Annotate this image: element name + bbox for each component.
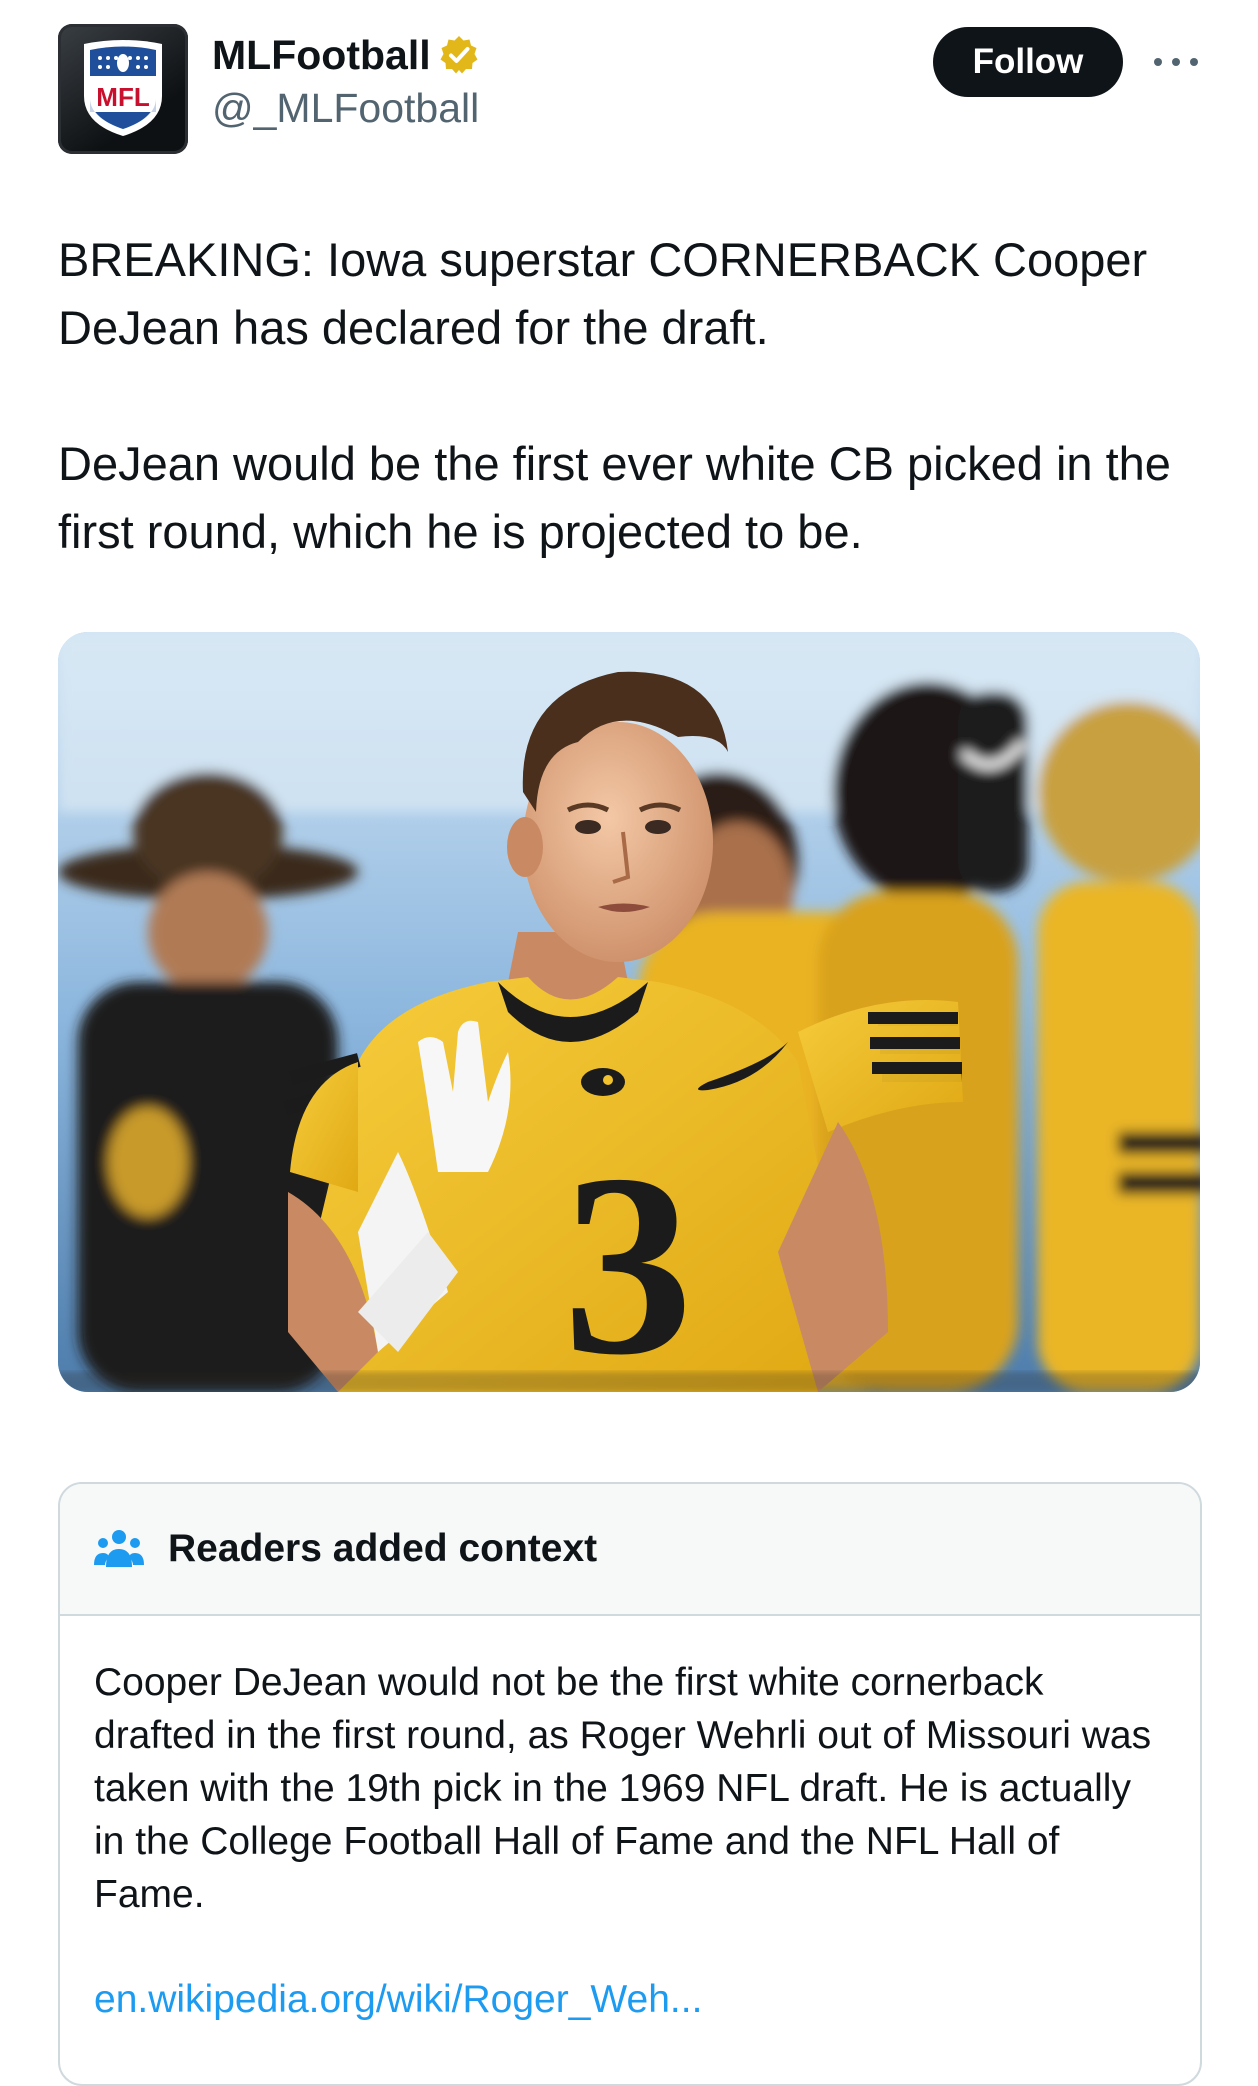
community-note: Readers added context Cooper DeJean woul… (58, 1482, 1202, 2086)
more-dots-icon[interactable] (1148, 42, 1204, 82)
tweet-paragraph: BREAKING: Iowa superstar CORNERBACK Coop… (58, 233, 1148, 354)
tweet-text: BREAKING: Iowa superstar CORNERBACK Coop… (58, 226, 1198, 566)
community-note-text: Cooper DeJean would not be the first whi… (94, 1661, 1152, 1916)
community-note-title: Readers added context (168, 1527, 598, 1570)
people-icon (94, 1530, 144, 1567)
author-block: MLFootball @_MLFootball (212, 30, 479, 136)
follow-button[interactable]: Follow (933, 27, 1123, 97)
player-photo-illustration: 3 (58, 632, 1200, 1392)
shield-logo-icon: MFL (84, 40, 162, 136)
svg-text:MFL: MFL (96, 82, 150, 112)
jersey-number: 3 (563, 1121, 693, 1392)
avatar[interactable]: MFL (58, 24, 188, 154)
handle[interactable]: @_MLFootball (212, 80, 479, 136)
tweet-header: MFL MLFootball @_MLFootball Follow (58, 22, 1200, 156)
verified-badge-icon (440, 36, 478, 74)
tweet-photo[interactable]: 3 (58, 632, 1200, 1392)
tweet-paragraph: DeJean would be the first ever white CB … (58, 437, 1171, 558)
community-note-header: Readers added context (60, 1484, 1200, 1616)
display-name[interactable]: MLFootball (212, 30, 479, 80)
community-note-link[interactable]: en.wikipedia.org/wiki/Roger_Weh... (94, 1973, 1166, 2026)
community-note-body: Cooper DeJean would not be the first whi… (60, 1616, 1200, 2026)
display-name-text[interactable]: MLFootball (212, 32, 431, 78)
